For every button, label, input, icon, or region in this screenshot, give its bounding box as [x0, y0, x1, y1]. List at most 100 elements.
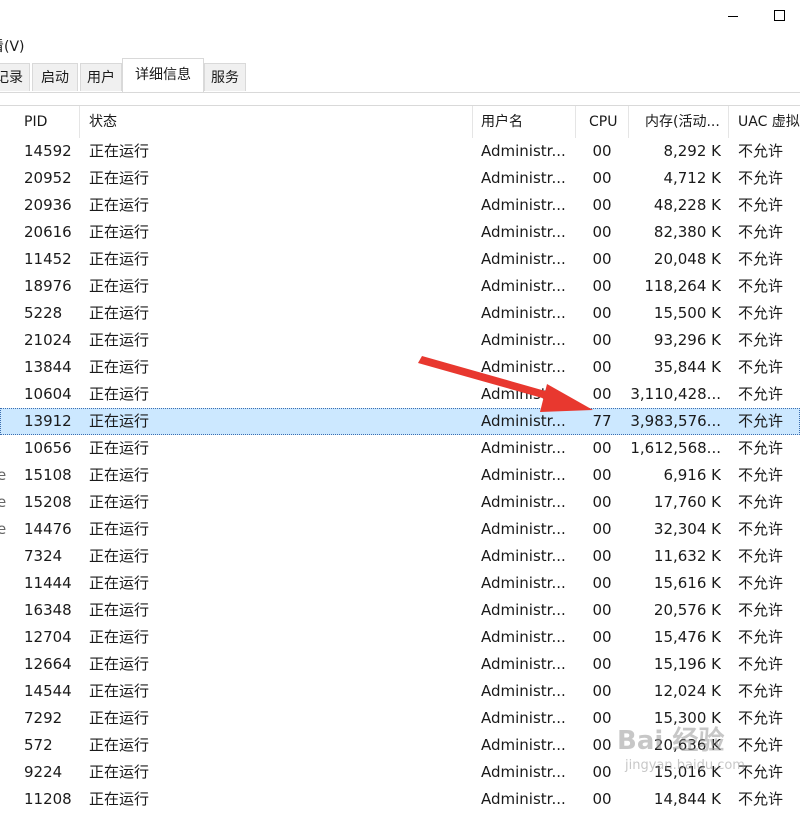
table-row[interactable]: 11452 正在运行 Administr... 00 20,048 K 不允许 [0, 246, 800, 273]
cell-cpu: 00 [592, 709, 612, 727]
menu-view[interactable]: 看(V) [0, 36, 25, 56]
table-row[interactable]: 13844 正在运行 Administr... 00 35,844 K 不允许 [0, 354, 800, 381]
cell-status: 正在运行 [89, 196, 150, 214]
cell-username: Administr... [481, 628, 566, 646]
table-row[interactable]: 12664 正在运行 Administr... 00 15,196 K 不允许 [0, 651, 800, 678]
cell-username: Administr... [481, 520, 566, 538]
cell-cpu: 00 [592, 601, 612, 619]
table-row[interactable]: 21024 正在运行 Administr... 00 93,296 K 不允许 [0, 327, 800, 354]
table-row[interactable]: 14592 正在运行 Administr... 00 8,292 K 不允许 [0, 138, 800, 165]
cell-memory: 3,110,428... [630, 385, 721, 403]
table-row[interactable]: e 14476 正在运行 Administr... 00 32,304 K 不允许 [0, 516, 800, 543]
cell-uac: 不允许 [738, 142, 784, 160]
tab-details[interactable]: 详细信息 [122, 58, 204, 92]
maximize-button[interactable] [756, 0, 800, 30]
table-row[interactable]: 9224 正在运行 Administr... 00 15,016 K 不允许 [0, 759, 800, 786]
cell-cpu: 00 [592, 682, 612, 700]
cell-status: 正在运行 [89, 358, 150, 376]
cell-uac: 不允许 [738, 601, 784, 619]
table-row[interactable]: 18976 正在运行 Administr... 00 118,264 K 不允许 [0, 273, 800, 300]
table-row[interactable]: 20936 正在运行 Administr... 00 48,228 K 不允许 [0, 192, 800, 219]
cell-cpu: 00 [592, 169, 612, 187]
cell-pid: 10656 [24, 439, 72, 457]
tab-app-history[interactable]: 记录 [0, 63, 30, 91]
cell-name-clipped: e [0, 493, 7, 511]
table-row[interactable]: 14544 正在运行 Administr... 00 12,024 K 不允许 [0, 678, 800, 705]
cell-cpu: 00 [592, 466, 612, 484]
cell-pid: 18976 [24, 277, 72, 295]
tab-startup[interactable]: 启动 [32, 63, 78, 91]
cell-cpu: 00 [592, 547, 612, 565]
cell-cpu: 00 [592, 493, 612, 511]
cell-memory: 15,196 K [653, 655, 721, 673]
cell-username: Administr... [481, 682, 566, 700]
table-row[interactable]: 7324 正在运行 Administr... 00 11,632 K 不允许 [0, 543, 800, 570]
cell-memory: 15,300 K [653, 709, 721, 727]
cell-username: Administr... [481, 142, 566, 160]
column-header-status[interactable]: 状态 [82, 106, 472, 138]
tab-services[interactable]: 服务 [204, 63, 246, 91]
cell-cpu: 00 [592, 142, 612, 160]
cell-uac: 不允许 [738, 628, 784, 646]
cell-status: 正在运行 [89, 142, 150, 160]
table-row[interactable]: 10604 正在运行 Administr... 00 3,110,428... 不允许 [0, 381, 800, 408]
column-header-username[interactable]: 用户名 [474, 106, 574, 138]
cell-uac: 不允许 [738, 763, 784, 781]
table-row[interactable]: 11444 正在运行 Administr... 00 15,616 K 不允许 [0, 570, 800, 597]
cell-pid: 11444 [24, 574, 72, 592]
cell-status: 正在运行 [89, 763, 150, 781]
column-divider[interactable] [628, 106, 629, 138]
cell-uac: 不允许 [738, 385, 784, 403]
cell-memory: 118,264 K [644, 277, 721, 295]
cell-uac: 不允许 [738, 466, 784, 484]
table-row[interactable]: e 15108 正在运行 Administr... 00 6,916 K 不允许 [0, 462, 800, 489]
cell-status: 正在运行 [89, 682, 150, 700]
column-header-pid[interactable]: PID [17, 106, 79, 138]
table-row[interactable]: 16348 正在运行 Administr... 00 20,576 K 不允许 [0, 597, 800, 624]
minimize-button[interactable] [710, 0, 756, 30]
cell-status: 正在运行 [89, 223, 150, 241]
tab-users[interactable]: 用户 [80, 63, 122, 91]
cell-pid: 12664 [24, 655, 72, 673]
table-row[interactable]: 20616 正在运行 Administr... 00 82,380 K 不允许 [0, 219, 800, 246]
table-row[interactable]: 12704 正在运行 Administr... 00 15,476 K 不允许 [0, 624, 800, 651]
cell-pid: 20616 [24, 223, 72, 241]
cell-memory: 11,632 K [653, 547, 721, 565]
cell-memory: 6,916 K [663, 466, 721, 484]
column-header-cpu[interactable]: CPU [582, 106, 626, 138]
cell-cpu: 00 [592, 520, 612, 538]
cell-username: Administr... [481, 574, 566, 592]
cell-memory: 93,296 K [653, 331, 721, 349]
cell-uac: 不允许 [738, 682, 784, 700]
table-row[interactable]: 20952 正在运行 Administr... 00 4,712 K 不允许 [0, 165, 800, 192]
cell-uac: 不允许 [738, 277, 784, 295]
table-row[interactable]: 572 正在运行 Administr... 00 20,636 K 不允许 [0, 732, 800, 759]
cell-uac: 不允许 [738, 331, 784, 349]
column-divider[interactable] [575, 106, 576, 138]
cell-status: 正在运行 [89, 655, 150, 673]
cell-cpu: 00 [592, 250, 612, 268]
cell-pid: 10604 [24, 385, 72, 403]
table-row[interactable]: 5228 正在运行 Administr... 00 15,500 K 不允许 [0, 300, 800, 327]
cell-uac: 不允许 [738, 196, 784, 214]
cell-cpu: 00 [592, 655, 612, 673]
table-row[interactable]: e 15208 正在运行 Administr... 00 17,760 K 不允许 [0, 489, 800, 516]
column-divider[interactable] [472, 106, 473, 138]
cell-username: Administr... [481, 277, 566, 295]
cell-uac: 不允许 [738, 493, 784, 511]
cell-uac: 不允许 [738, 358, 784, 376]
cell-uac: 不允许 [738, 736, 784, 754]
column-header-uac[interactable]: UAC 虚拟 [731, 106, 800, 138]
cell-status: 正在运行 [89, 250, 150, 268]
table-row-selected[interactable]: 13912 正在运行 Administr... 77 3,983,576... 不允许 [0, 408, 800, 435]
table-row[interactable]: 7292 正在运行 Administr... 00 15,300 K 不允许 [0, 705, 800, 732]
cell-username: Administr... [481, 547, 566, 565]
column-divider[interactable] [79, 106, 80, 138]
cell-memory: 4,712 K [663, 169, 721, 187]
cell-cpu: 00 [592, 277, 612, 295]
cell-pid: 5228 [24, 304, 63, 322]
column-header-memory[interactable]: 内存(活动... [638, 106, 728, 138]
table-row[interactable]: 10656 正在运行 Administr... 00 1,612,568... 不允许 [0, 435, 800, 462]
column-divider[interactable] [728, 106, 729, 138]
cell-status: 正在运行 [89, 385, 150, 403]
